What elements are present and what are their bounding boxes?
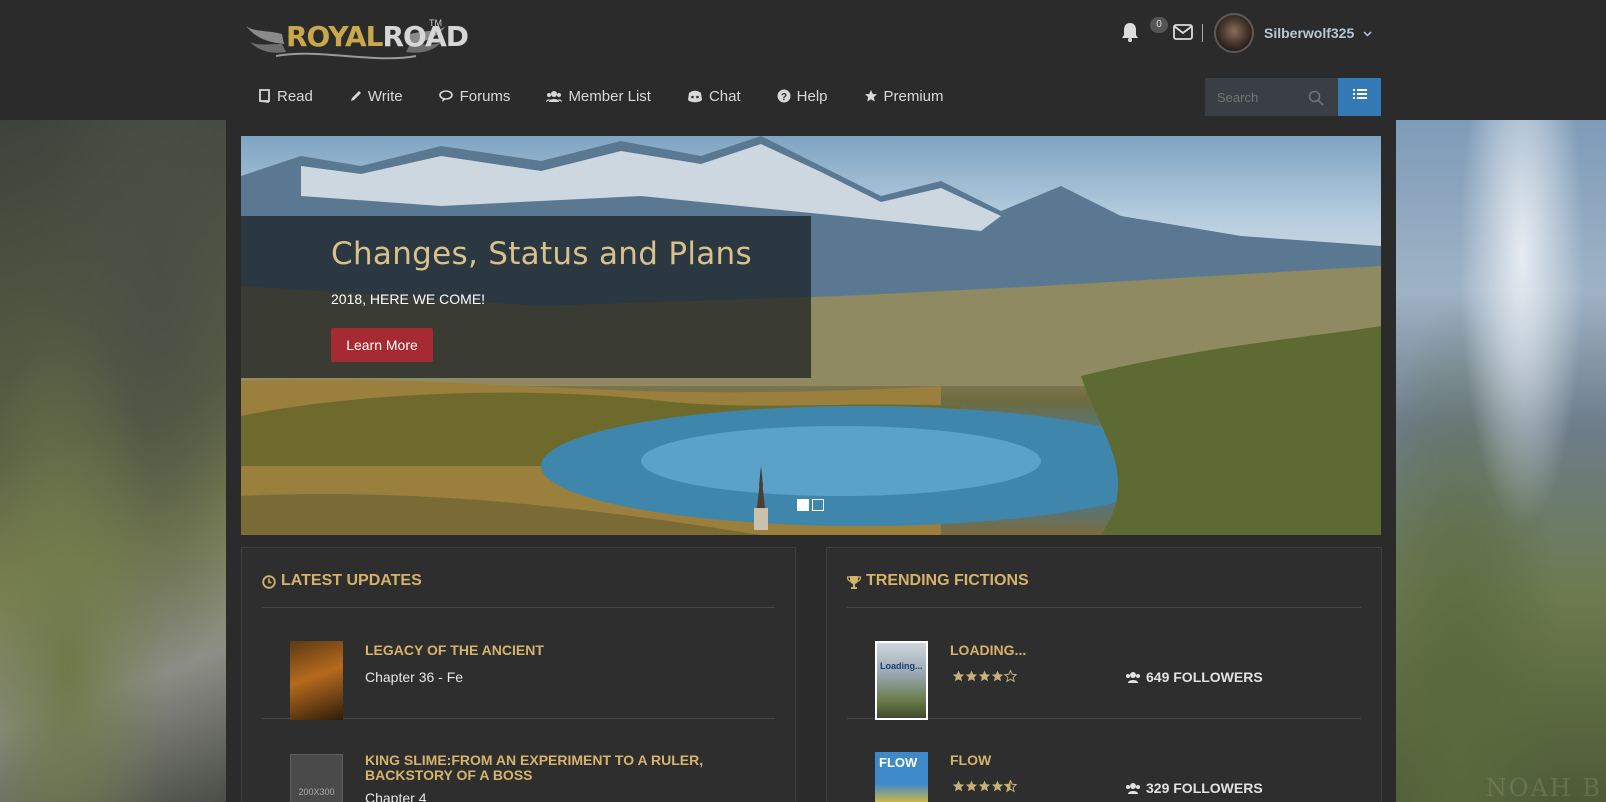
- bell-icon[interactable]: [1121, 22, 1139, 42]
- follower-count: 329 FOLLOWERS: [1125, 780, 1263, 796]
- cover-text: Loading...: [880, 661, 923, 671]
- user-controls: 0 Silberwolf325: [1118, 12, 1378, 54]
- nav-member-list[interactable]: Member List: [546, 83, 651, 109]
- watermark: NOAH B: [1485, 774, 1602, 802]
- trophy-icon: [847, 576, 861, 589]
- pencil-icon: [350, 90, 361, 101]
- envelope-icon[interactable]: [1173, 24, 1193, 40]
- carousel-dot-2[interactable]: [812, 499, 824, 511]
- nav-premium[interactable]: Premium: [864, 83, 944, 109]
- svg-text:?: ?: [781, 92, 787, 103]
- latest-updates-panel: LATEST UPDATES LEGACY OF THE ANCIENT Cha…: [241, 547, 796, 802]
- fiction-cover[interactable]: FLOW: [875, 752, 928, 802]
- users-icon: [1126, 782, 1140, 794]
- divider: [1202, 24, 1203, 42]
- logo-trademark: TM: [429, 18, 442, 28]
- comments-icon: [438, 89, 453, 102]
- carousel-indicators: [797, 499, 827, 511]
- nav-chat[interactable]: Chat: [687, 83, 741, 109]
- carousel-caption: Changes, Status and Plans 2018, HERE WE …: [241, 216, 811, 378]
- nav-forums[interactable]: Forums: [438, 83, 510, 109]
- cover-text: FLOW: [879, 755, 918, 770]
- fiction-cover[interactable]: Loading...: [875, 641, 928, 720]
- rating-stars-icon: [952, 670, 1018, 683]
- avatar[interactable]: [1214, 13, 1254, 53]
- fiction-title[interactable]: LEGACY OF THE ANCIENT: [365, 643, 725, 658]
- nav-read[interactable]: Read: [258, 83, 313, 109]
- question-circle-icon: ?: [777, 89, 791, 103]
- background-scenery-left: [0, 120, 226, 802]
- latest-updates-heading: LATEST UPDATES: [262, 572, 775, 608]
- clock-icon: [262, 575, 276, 589]
- menu-toggle-button[interactable]: [1338, 78, 1381, 116]
- fiction-title[interactable]: FLOW: [950, 753, 1310, 768]
- carousel-title: Changes, Status and Plans: [331, 236, 752, 272]
- carousel-dot-1[interactable]: [797, 499, 809, 511]
- list-icon: [1353, 89, 1367, 99]
- nav-write[interactable]: Write: [349, 83, 403, 109]
- notification-badge: 0: [1150, 17, 1168, 33]
- star-rating: [952, 670, 1018, 683]
- username[interactable]: Silberwolf325: [1264, 25, 1354, 41]
- list-item[interactable]: LEGACY OF THE ANCIENT Chapter 36 - Fe: [262, 609, 775, 720]
- learn-more-button[interactable]: Learn More: [331, 328, 433, 362]
- royalroad-logo[interactable]: ROYALROAD TM: [246, 14, 469, 62]
- chapter-link[interactable]: Chapter 4: [365, 790, 426, 802]
- background-scenery-right: NOAH B: [1396, 120, 1606, 802]
- fiction-title[interactable]: KING SLIME:FROM AN EXPERIMENT TO A RULER…: [365, 753, 725, 783]
- featured-carousel[interactable]: Changes, Status and Plans 2018, HERE WE …: [241, 136, 1381, 535]
- nav-help[interactable]: ? Help: [777, 83, 828, 109]
- star-icon: [864, 90, 877, 102]
- follower-count: 649 FOLLOWERS: [1125, 669, 1263, 685]
- users-icon: [1126, 671, 1140, 683]
- list-item[interactable]: FLOW FLOW 329 FOLLOWERS: [847, 720, 1361, 802]
- chapter-link[interactable]: Chapter 36 - Fe: [365, 669, 463, 685]
- carousel-subtitle: 2018, HERE WE COME!: [331, 291, 486, 307]
- top-header: ROYALROAD TM 0 Silberwolf325 Read Write: [0, 0, 1606, 120]
- main-nav: Read Write Forums Member List Chat ? Hel…: [258, 83, 980, 109]
- users-icon: [546, 90, 563, 102]
- fiction-cover-placeholder[interactable]: 200X300: [290, 754, 343, 802]
- fiction-title[interactable]: LOADING...: [950, 643, 1310, 658]
- trending-fictions-panel: TRENDING FICTIONS Loading... LOADING... …: [826, 547, 1382, 802]
- trending-fictions-heading: TRENDING FICTIONS: [847, 572, 1361, 608]
- chevron-down-icon[interactable]: [1363, 31, 1372, 37]
- rating-stars-icon: [952, 780, 1018, 793]
- search-icon[interactable]: [1308, 90, 1324, 106]
- fiction-cover[interactable]: [290, 641, 343, 720]
- book-icon: [259, 89, 270, 103]
- star-rating: [952, 780, 1018, 793]
- discord-icon: [687, 90, 702, 102]
- list-item[interactable]: Loading... LOADING... 649 FOLLOWERS: [847, 609, 1361, 720]
- list-item[interactable]: 200X300 KING SLIME:FROM AN EXPERIMENT TO…: [262, 720, 775, 802]
